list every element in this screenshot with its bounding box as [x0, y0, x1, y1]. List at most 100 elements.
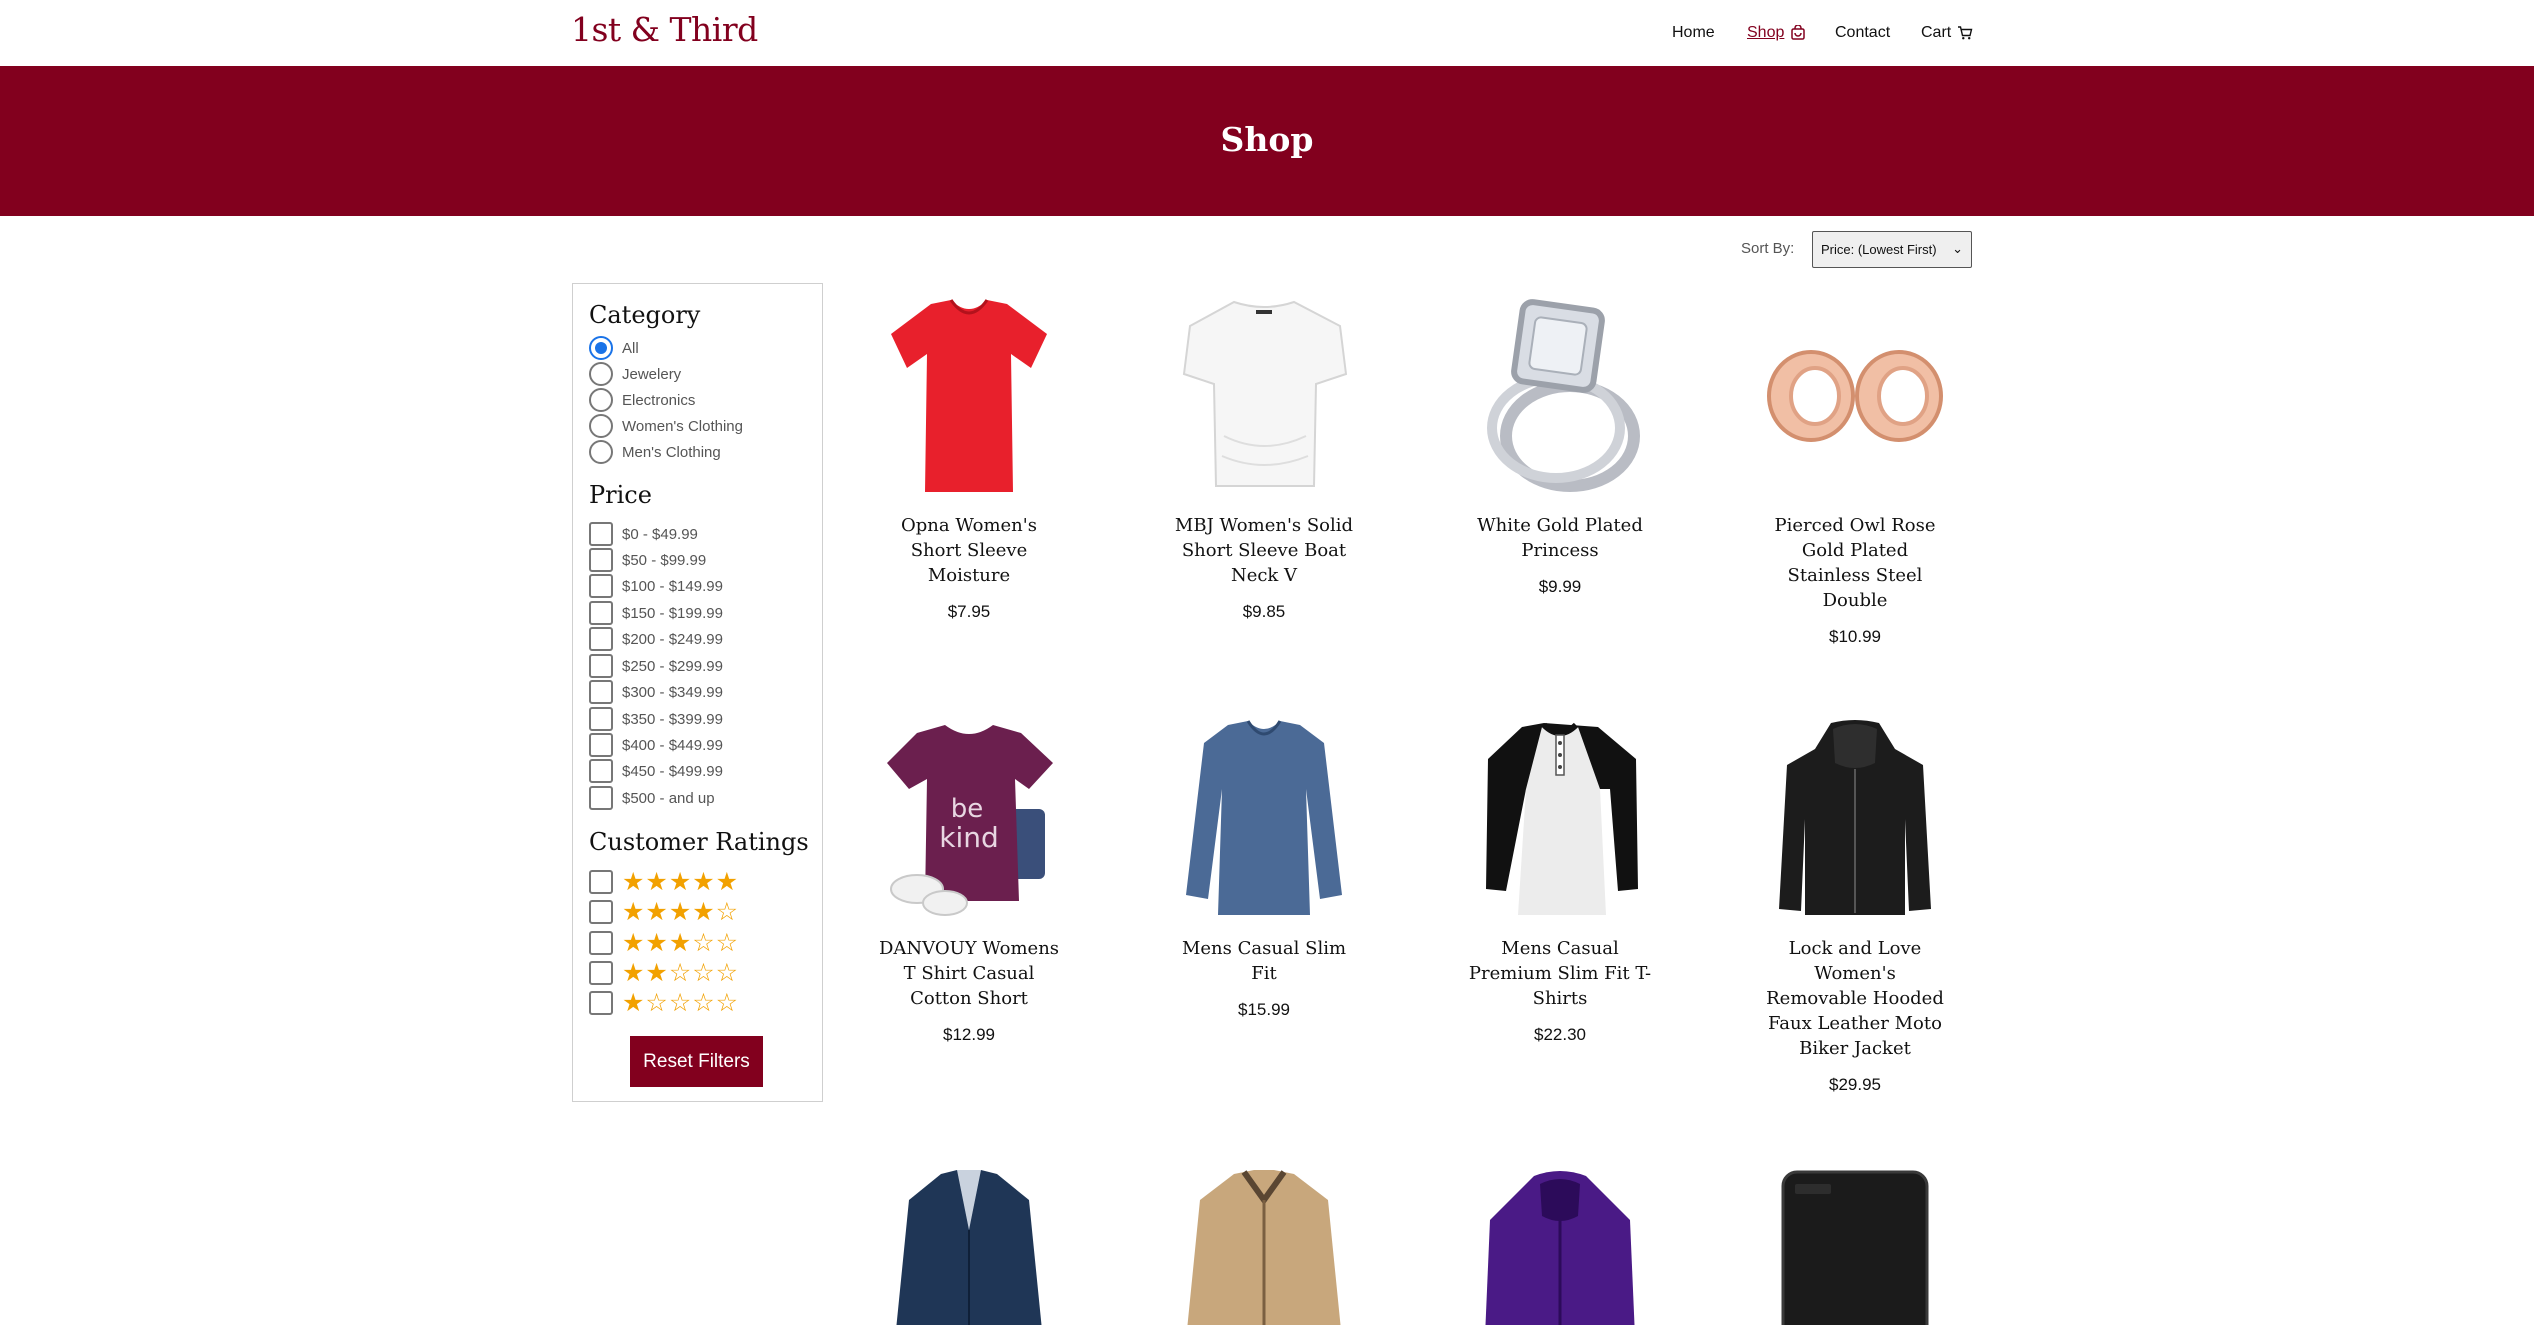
radio-button[interactable]: [589, 362, 613, 386]
product-title[interactable]: Opna Women's Short Sleeve Moisture: [869, 513, 1069, 588]
sort-select[interactable]: Price: (Lowest First) ⌄: [1812, 231, 1972, 268]
category-label: Electronics: [622, 391, 696, 409]
product-image[interactable]: [1164, 719, 1364, 919]
brand-logo[interactable]: 1st & Third: [571, 10, 758, 49]
page-banner: Shop: [0, 66, 2534, 216]
price-option[interactable]: $100 - $149.99: [589, 574, 723, 598]
checkbox[interactable]: [589, 548, 613, 572]
checkbox[interactable]: [589, 601, 613, 625]
category-option-mens-clothing[interactable]: Men's Clothing: [589, 440, 721, 464]
star-rating-icon: ★★★★★: [622, 868, 740, 896]
category-option-jewelery[interactable]: Jewelery: [589, 362, 681, 386]
product-image[interactable]: be kind: [869, 719, 1069, 919]
product-image[interactable]: [1164, 296, 1364, 496]
checkbox[interactable]: [589, 680, 613, 704]
price-label: $300 - $349.99: [622, 683, 723, 701]
product-card[interactable]: White Gold Plated Princess $9.99: [1460, 296, 1660, 597]
checkbox[interactable]: [589, 961, 613, 985]
product-price: $15.99: [1238, 1000, 1290, 1019]
checkbox[interactable]: [589, 522, 613, 546]
product-card[interactable]: be kind DANVOUY Womens T Shirt Casual Co…: [869, 719, 1069, 1045]
product-card[interactable]: [1755, 1170, 1955, 1325]
rating-option-5[interactable]: ★★★★★: [589, 868, 740, 896]
checkbox[interactable]: [589, 654, 613, 678]
price-option[interactable]: $50 - $99.99: [589, 548, 706, 572]
product-image[interactable]: [1164, 1170, 1364, 1325]
checkbox[interactable]: [589, 759, 613, 783]
product-image[interactable]: [1755, 296, 1955, 496]
product-card[interactable]: Mens Casual Slim Fit $15.99: [1164, 719, 1364, 1020]
product-title[interactable]: White Gold Plated Princess: [1460, 513, 1660, 563]
nav-cart-label: Cart: [1921, 24, 1952, 41]
checkbox[interactable]: [589, 900, 613, 924]
category-label: Women's Clothing: [622, 417, 743, 435]
rating-option-1[interactable]: ★☆☆☆☆: [589, 991, 739, 1016]
checkbox[interactable]: [589, 627, 613, 651]
product-card[interactable]: Mens Casual Premium Slim Fit T-Shirts $2…: [1460, 719, 1660, 1045]
price-option[interactable]: $200 - $249.99: [589, 627, 723, 651]
price-option[interactable]: $350 - $399.99: [589, 707, 723, 731]
product-card[interactable]: [1460, 1170, 1660, 1325]
product-image[interactable]: [1460, 296, 1660, 496]
product-title[interactable]: DANVOUY Womens T Shirt Casual Cotton Sho…: [869, 936, 1069, 1011]
checkbox[interactable]: [589, 574, 613, 598]
nav-cart-link[interactable]: Cart: [1921, 21, 1973, 45]
product-card[interactable]: Opna Women's Short Sleeve Moisture $7.95: [869, 296, 1069, 622]
product-card[interactable]: Lock and Love Women's Removable Hooded F…: [1755, 719, 1955, 1095]
radio-button[interactable]: [589, 388, 613, 412]
category-option-electronics[interactable]: Electronics: [589, 388, 695, 412]
radio-button[interactable]: [589, 440, 613, 464]
product-title[interactable]: Mens Casual Premium Slim Fit T-Shirts: [1460, 936, 1660, 1011]
checkbox[interactable]: [589, 931, 613, 955]
product-image[interactable]: [1755, 719, 1955, 919]
rating-option-2[interactable]: ★★☆☆☆: [589, 961, 739, 986]
nav-contact-link[interactable]: Contact: [1835, 21, 1890, 45]
product-card[interactable]: [1164, 1170, 1364, 1325]
rating-option-3[interactable]: ★★★☆☆: [589, 931, 739, 956]
nav-shop-link[interactable]: Shop: [1747, 21, 1806, 45]
category-label: All: [622, 339, 639, 357]
svg-text:kind: kind: [939, 821, 999, 854]
rating-option-4[interactable]: ★★★★☆: [589, 898, 740, 926]
price-option[interactable]: $400 - $449.99: [589, 733, 723, 757]
product-image[interactable]: [1460, 1170, 1660, 1325]
product-image[interactable]: [869, 1170, 1069, 1325]
product-card[interactable]: MBJ Women's Solid Short Sleeve Boat Neck…: [1164, 296, 1364, 622]
product-image[interactable]: [869, 296, 1069, 496]
radio-button[interactable]: [589, 336, 613, 360]
category-option-all[interactable]: All: [589, 336, 639, 360]
product-price: $12.99: [943, 1025, 995, 1044]
checkbox[interactable]: [589, 991, 613, 1015]
price-option[interactable]: $150 - $199.99: [589, 601, 723, 625]
reset-filters-button[interactable]: Reset Filters: [630, 1036, 763, 1087]
product-title[interactable]: Pierced Owl Rose Gold Plated Stainless S…: [1755, 513, 1955, 613]
product-image[interactable]: [1755, 1170, 1955, 1325]
star-rating-icon: ★★★★☆: [622, 898, 740, 926]
radio-button[interactable]: [589, 414, 613, 438]
price-option[interactable]: $500 - and up: [589, 786, 715, 810]
price-label: $250 - $299.99: [622, 657, 723, 675]
price-option[interactable]: $450 - $499.99: [589, 759, 723, 783]
price-label: $450 - $499.99: [622, 762, 723, 780]
product-card[interactable]: Pierced Owl Rose Gold Plated Stainless S…: [1755, 296, 1955, 647]
checkbox[interactable]: [589, 707, 613, 731]
product-title[interactable]: Mens Casual Slim Fit: [1164, 936, 1364, 986]
price-option[interactable]: $300 - $349.99: [589, 680, 723, 704]
checkbox[interactable]: [589, 733, 613, 757]
product-title[interactable]: Lock and Love Women's Removable Hooded F…: [1755, 936, 1955, 1061]
product-card[interactable]: [869, 1170, 1069, 1325]
price-label: $150 - $199.99: [622, 604, 723, 622]
sort-label: Sort By:: [1741, 240, 1795, 257]
price-option[interactable]: $0 - $49.99: [589, 522, 698, 546]
nav-shop-label: Shop: [1747, 24, 1785, 41]
chevron-down-icon: ⌄: [1952, 241, 1963, 256]
category-option-womens-clothing[interactable]: Women's Clothing: [589, 414, 743, 438]
nav-home-link[interactable]: Home: [1672, 21, 1715, 45]
checkbox[interactable]: [589, 870, 613, 894]
product-title[interactable]: MBJ Women's Solid Short Sleeve Boat Neck…: [1164, 513, 1364, 588]
checkbox[interactable]: [589, 786, 613, 810]
top-navbar: 1st & Third Home Shop Contact Cart: [0, 0, 2534, 66]
price-label: $500 - and up: [622, 789, 715, 807]
price-option[interactable]: $250 - $299.99: [589, 654, 723, 678]
product-image[interactable]: [1460, 719, 1660, 919]
